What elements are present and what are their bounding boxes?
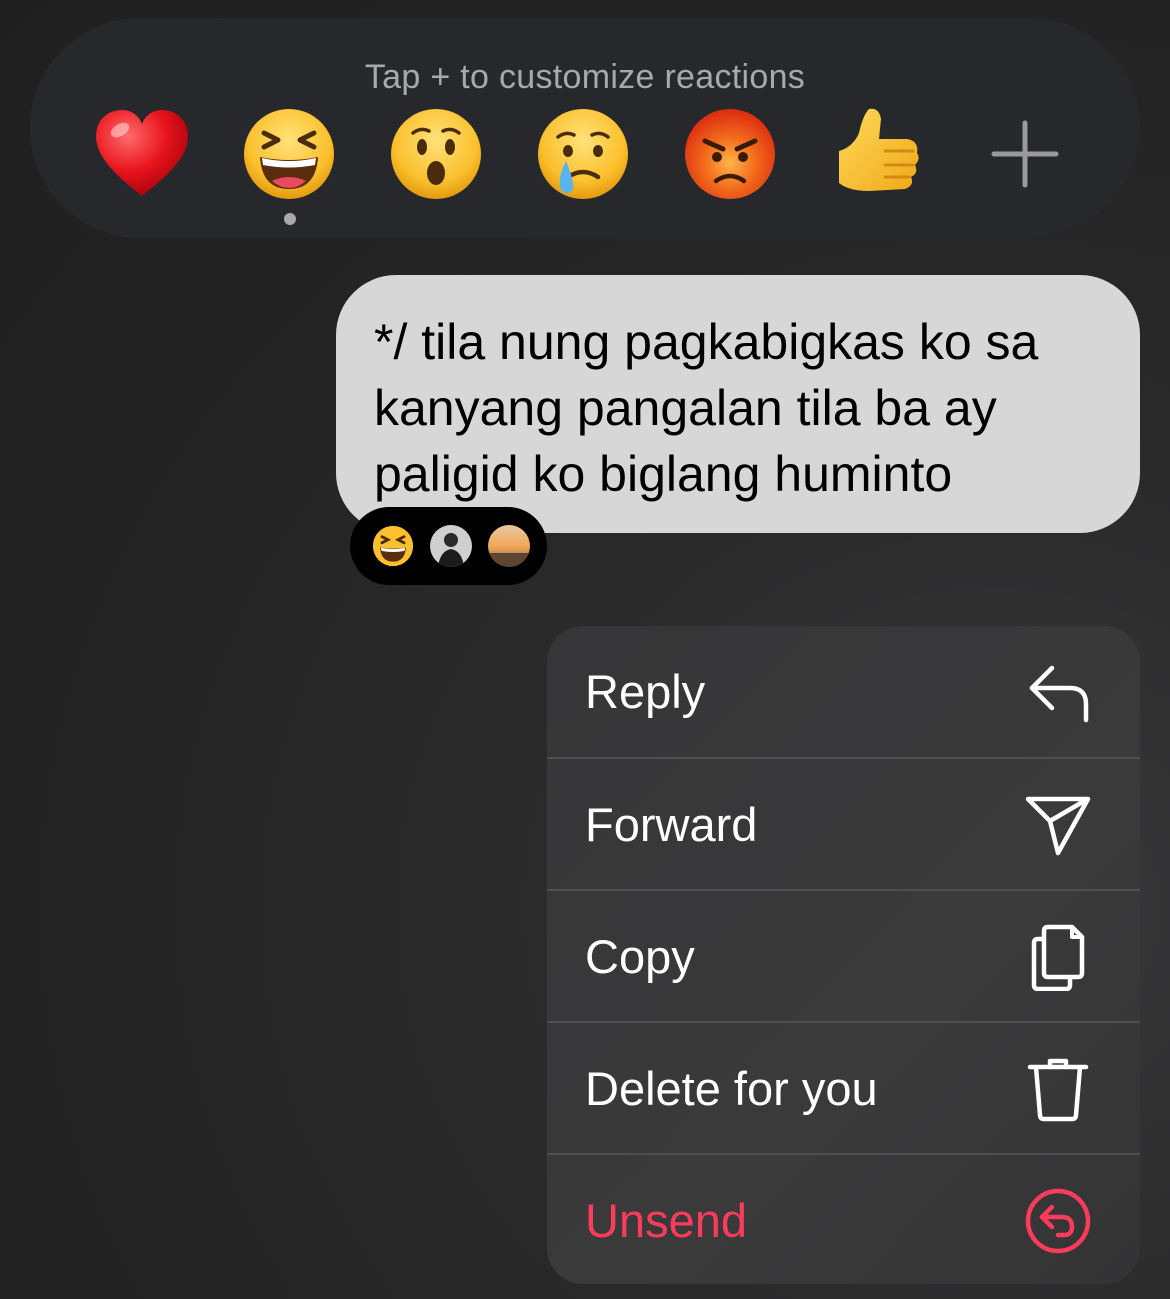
reply-icon xyxy=(1029,665,1089,723)
laughing-face-icon xyxy=(244,109,334,199)
menu-item-label: Delete for you xyxy=(585,1062,878,1115)
menu-item-delete[interactable]: Delete for you xyxy=(547,1023,1140,1154)
menu-item-label: Unsend xyxy=(585,1194,747,1247)
menu-item-forward[interactable]: Forward xyxy=(547,759,1140,890)
menu-item-label: Copy xyxy=(585,930,695,983)
avatar xyxy=(488,525,530,567)
red-heart-reaction[interactable] xyxy=(92,104,192,204)
message-bubble[interactable]: */ tila nung pagkabigkas ko sa kanyang p… xyxy=(336,275,1140,533)
red-heart-icon xyxy=(96,110,188,196)
angry-face-reaction[interactable] xyxy=(680,104,780,204)
crying-face-reaction[interactable] xyxy=(533,104,633,204)
copy-icon xyxy=(1031,924,1085,991)
menu-item-label: Reply xyxy=(585,665,706,718)
send-icon xyxy=(1025,796,1091,856)
context-menu: Reply Forward Copy Delete for you Unsend xyxy=(547,626,1140,1284)
menu-item-unsend[interactable]: Unsend xyxy=(547,1155,1140,1284)
avatar xyxy=(430,525,472,567)
menu-item-label: Forward xyxy=(585,798,758,851)
emoji-row xyxy=(30,96,1140,206)
reaction-hint: Tap + to customize reactions xyxy=(364,58,806,96)
laughing-face-reaction[interactable] xyxy=(239,104,339,204)
selected-reaction-indicator xyxy=(284,213,296,225)
unsend-icon xyxy=(1025,1188,1091,1254)
reaction-bar: Tap + to customize reactions xyxy=(30,18,1140,238)
thumbs-up-reaction[interactable] xyxy=(827,104,927,204)
message-text: */ tila nung pagkabigkas ko sa kanyang p… xyxy=(374,314,1039,502)
thumbs-up-icon xyxy=(839,108,919,191)
surprised-face-reaction[interactable] xyxy=(386,104,486,204)
angry-face-icon xyxy=(685,109,775,199)
surprised-face-icon xyxy=(391,109,481,199)
trash-icon xyxy=(1027,1058,1089,1122)
menu-item-copy[interactable]: Copy xyxy=(547,891,1140,1022)
crying-face-icon xyxy=(538,109,628,199)
add-reaction-button[interactable] xyxy=(975,104,1075,204)
laughing-face-icon xyxy=(372,525,414,567)
plus-icon xyxy=(991,120,1059,188)
message-reactions[interactable] xyxy=(350,507,547,585)
menu-item-reply[interactable]: Reply xyxy=(547,626,1140,757)
